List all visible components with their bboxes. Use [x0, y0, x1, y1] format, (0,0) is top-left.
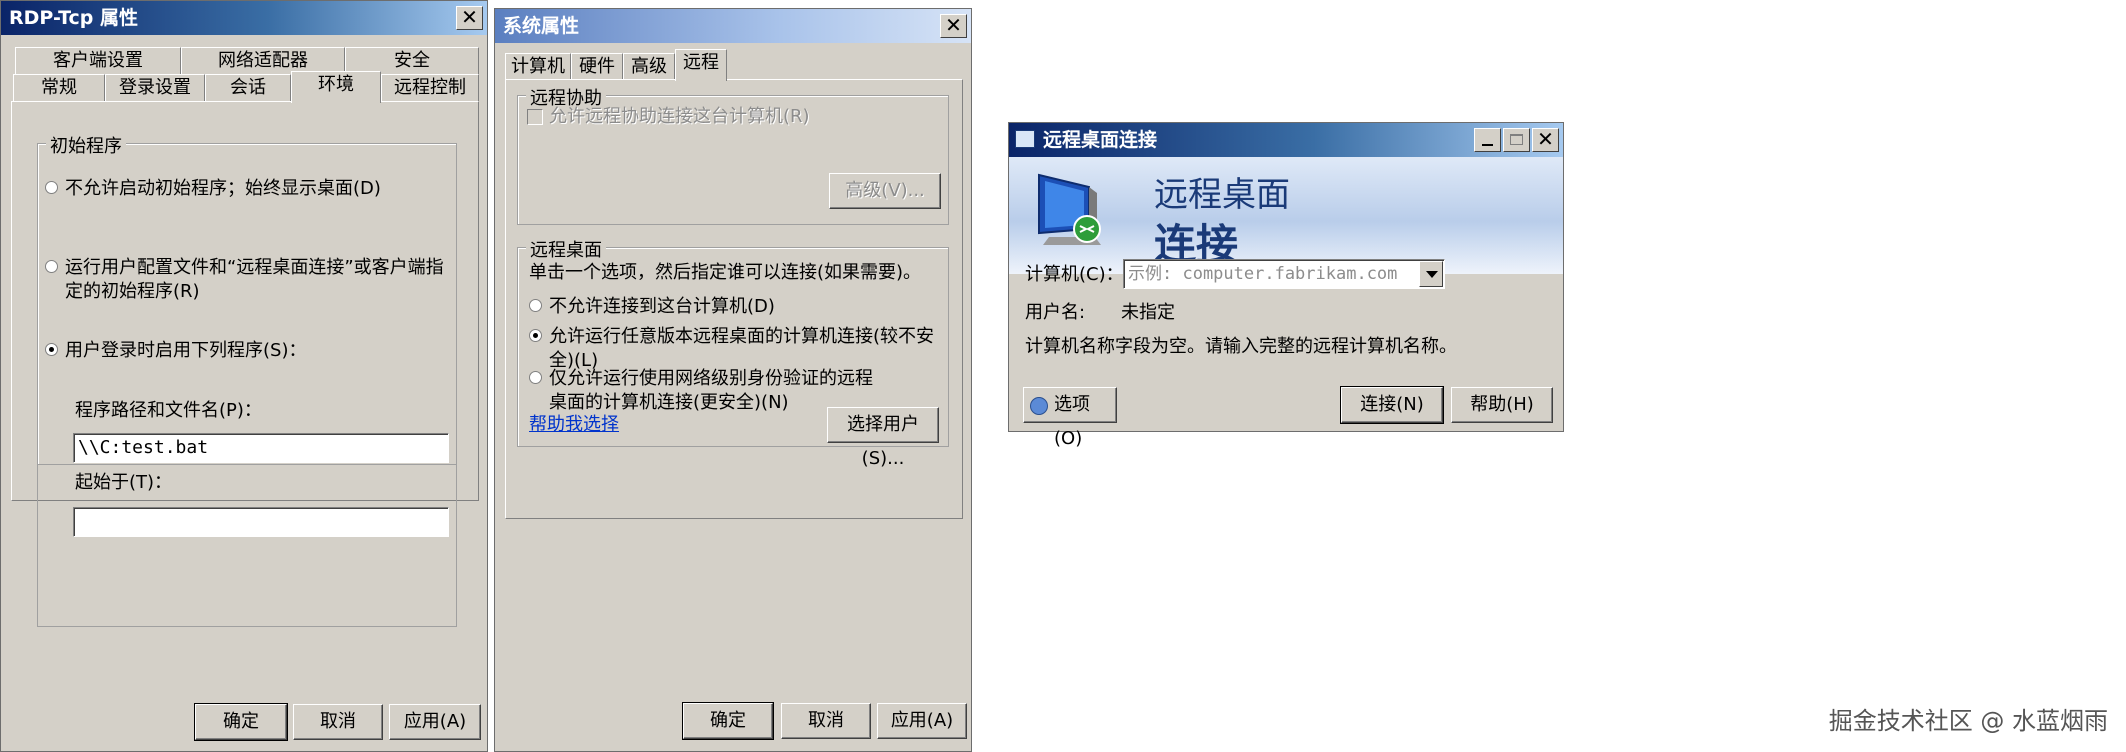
sysprops-titlebar: 系统属性 — [495, 9, 971, 43]
radio-icon[interactable] — [45, 181, 58, 194]
group-bottom-line — [37, 465, 457, 627]
tab-remote-control[interactable]: 远程控制 — [381, 74, 479, 102]
window-title: 系统属性 — [503, 15, 580, 37]
option-no-initial-program[interactable]: 不允许启动初始程序；始终显示桌面(D) — [45, 177, 445, 203]
option-allow-any-version[interactable]: 允许运行任意版本远程桌面的计算机连接(较不安全)(L) — [529, 325, 941, 371]
rdp-tcp-titlebar: RDP-Tcp 属性 — [1, 1, 487, 35]
help-button[interactable]: 帮助(H) — [1451, 387, 1553, 423]
radio-icon[interactable] — [529, 329, 542, 342]
rdc-banner: 远程桌面 连接 — [1009, 157, 1563, 274]
tab-remote[interactable]: 远程 — [675, 49, 727, 81]
ok-button[interactable]: 确定 — [194, 703, 288, 741]
computer-label: 计算机(C)： — [1025, 264, 1124, 285]
rdp-tcp-window: RDP-Tcp 属性 ✕ 客户端设置 网络适配器 安全 常规 登录设置 会话 环… — [0, 0, 488, 752]
connect-button[interactable]: 连接(N) — [1340, 386, 1444, 424]
group-label: 远程桌面 — [526, 236, 606, 262]
status-message: 计算机名称字段为空。请输入完整的远程计算机名称。 — [1025, 336, 1457, 357]
remote-desktop-connection-window: 远程桌面连接 ✕ 远程桌面 连接 计算机(C)： 示例: computer.fa… — [1008, 122, 1564, 449]
remote-assistance-label: 允许远程协助连接这台计算机(R) — [549, 106, 810, 127]
computer-placeholder: 示例: computer.fabrikam.com — [1128, 264, 1398, 284]
cancel-button[interactable]: 取消 — [781, 703, 871, 739]
advanced-button[interactable]: 高级(V)... — [829, 173, 941, 209]
tab-computer-name[interactable]: 计算机名 — [505, 53, 571, 103]
cancel-button[interactable]: 取消 — [293, 704, 383, 740]
monitor-icon — [1035, 171, 1111, 253]
group-label: 初始程序 — [46, 132, 126, 158]
banner-line-1: 远程桌面 — [1154, 175, 1290, 215]
watermark: 掘金技术社区 @ 水蓝烟雨 — [1828, 707, 2108, 735]
window-title: 远程桌面连接 — [1043, 129, 1158, 151]
option-user-profile-program[interactable]: 运行用户配置文件和“远程桌面连接”或客户端指定的初始程序(R) — [45, 256, 445, 308]
dropdown-arrow-icon[interactable] — [1419, 261, 1443, 287]
system-properties-window: 系统属性 ✕ 计算机名 硬件 高级 远程 远程协助 允许远程协助连接这台计算机(… — [494, 8, 972, 752]
desktop-hint: 单击一个选项，然后指定谁可以连接(如果需要)。 — [529, 262, 922, 283]
select-users-button[interactable]: 选择用户(S)... — [827, 407, 939, 469]
radio-icon[interactable] — [45, 343, 58, 356]
apply-button[interactable]: 应用(A) — [877, 703, 967, 739]
option-start-program[interactable]: 用户登录时启用下列程序(S)： — [45, 339, 445, 365]
user-value: 未指定 — [1121, 302, 1175, 323]
ok-button[interactable]: 确定 — [682, 702, 774, 740]
close-button[interactable]: ✕ — [1532, 128, 1559, 152]
user-label: 用户名: — [1025, 302, 1086, 323]
tab-advanced[interactable]: 高级 — [623, 53, 675, 81]
close-button[interactable]: ✕ — [456, 6, 483, 30]
apply-button[interactable]: 应用(A) — [389, 704, 481, 740]
radio-icon[interactable] — [529, 299, 542, 312]
close-button[interactable]: ✕ — [940, 14, 967, 38]
tab-environment[interactable]: 环境 — [291, 71, 381, 103]
help-me-choose-link[interactable]: 帮助我选择 — [529, 413, 619, 437]
radio-icon[interactable] — [45, 260, 58, 273]
tab-logon-settings[interactable]: 登录设置 — [105, 74, 205, 102]
radio-icon[interactable] — [529, 371, 542, 384]
tab-general[interactable]: 常规 — [13, 74, 105, 102]
minimize-button[interactable] — [1474, 128, 1501, 152]
maximize-button[interactable] — [1503, 128, 1530, 152]
window-title: RDP-Tcp 属性 — [9, 7, 139, 29]
program-path-input[interactable]: \\C:test.bat — [73, 433, 449, 463]
path-label: 程序路径和文件名(P)： — [75, 400, 262, 421]
options-button[interactable]: 选项(O) — [1023, 387, 1117, 449]
tab-client-settings[interactable]: 客户端设置 — [15, 47, 181, 75]
rdc-app-icon — [1015, 130, 1035, 148]
remote-assistance-checkbox[interactable] — [527, 109, 543, 125]
option-deny-connections[interactable]: 不允许连接到这台计算机(D) — [529, 295, 941, 321]
tab-sessions[interactable]: 会话 — [205, 74, 291, 102]
expand-options-icon — [1030, 397, 1048, 415]
computer-combobox[interactable]: 示例: computer.fabrikam.com — [1123, 259, 1445, 289]
tab-hardware[interactable]: 硬件 — [571, 53, 623, 81]
